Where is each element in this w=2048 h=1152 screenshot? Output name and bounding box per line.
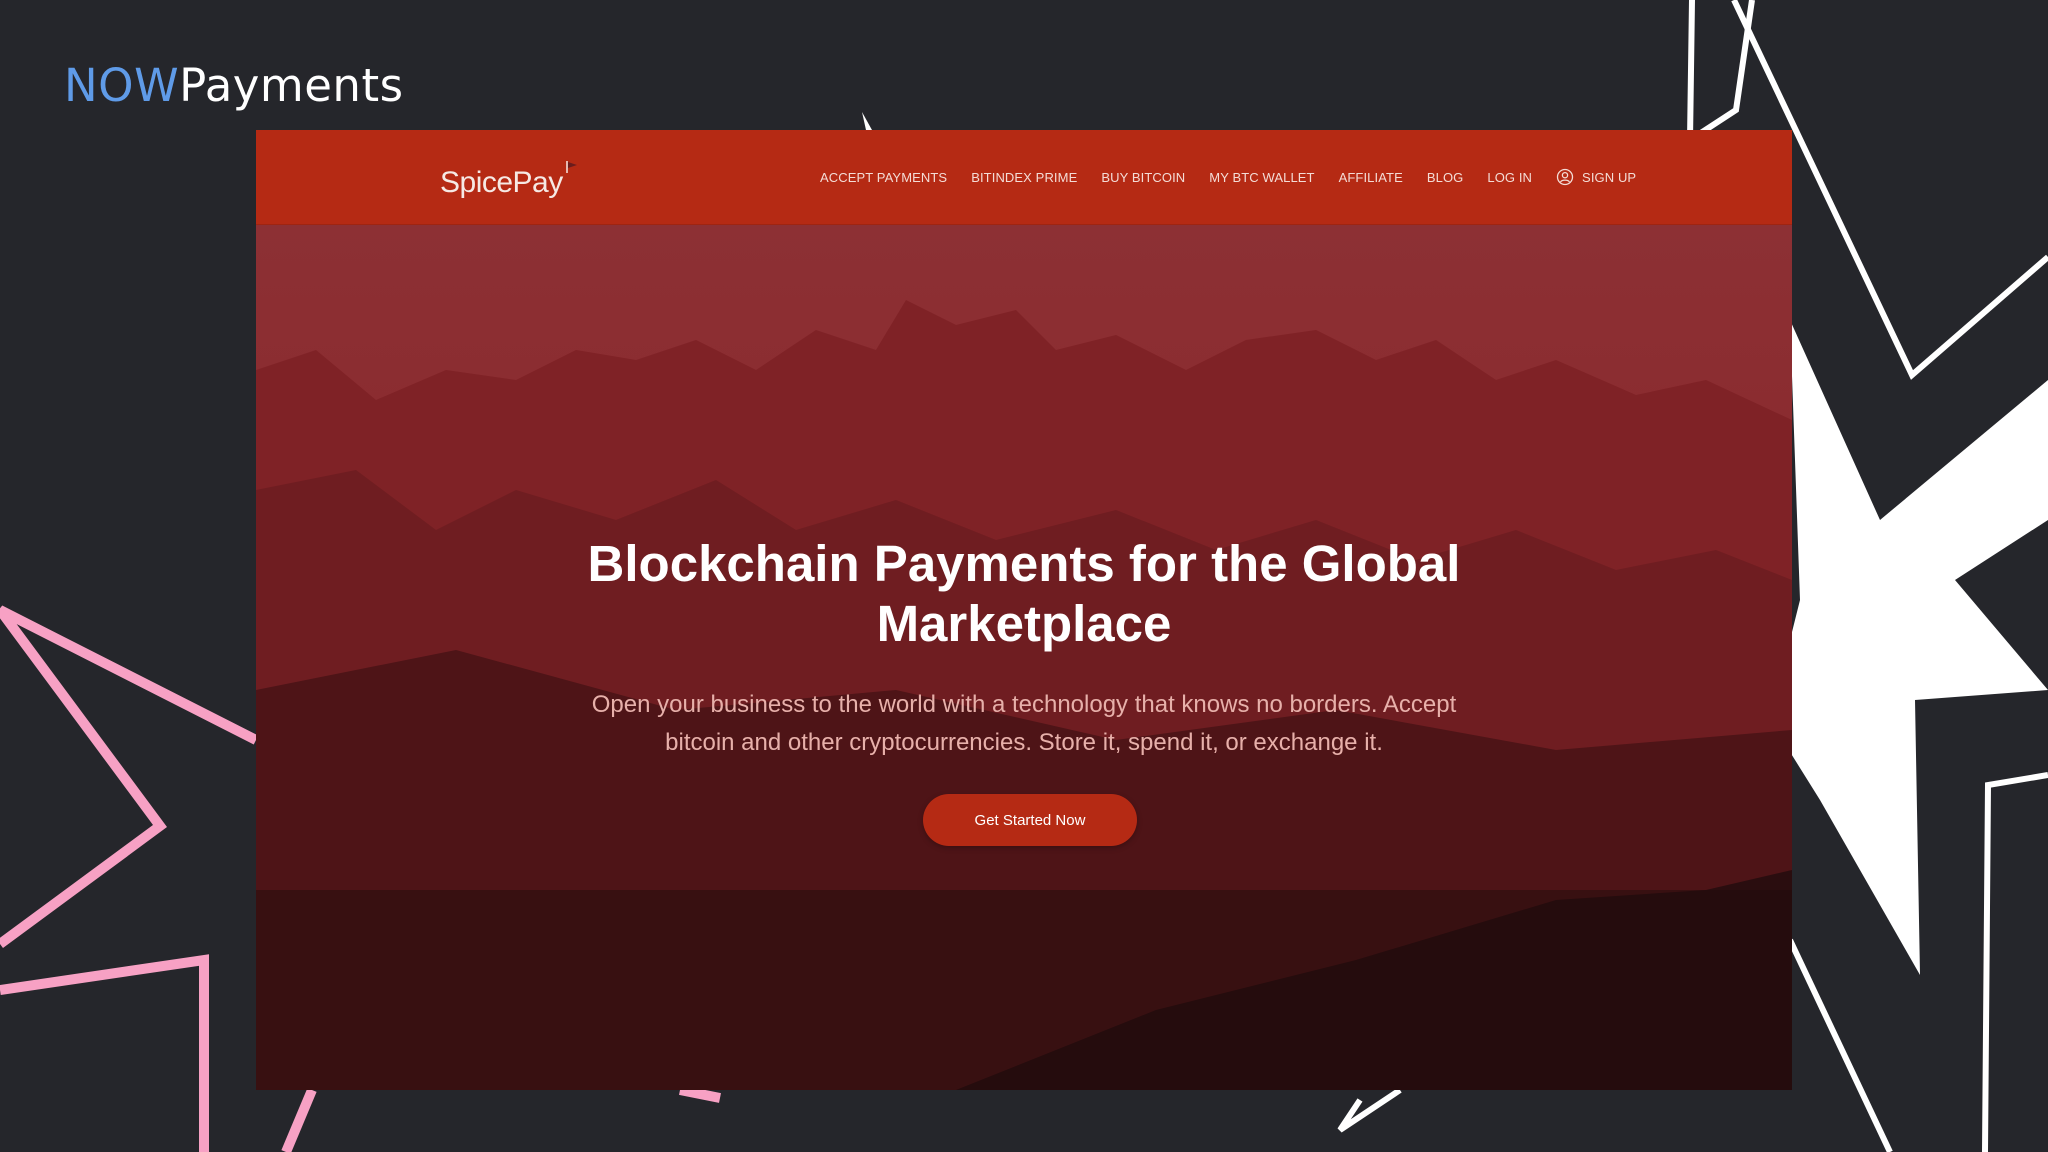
white-outline-star-lower (1982, 772, 2048, 1152)
nav-sign-up[interactable]: SIGN UP (1556, 168, 1636, 186)
nav-my-btc-wallet[interactable]: MY BTC WALLET (1209, 170, 1314, 185)
get-started-button[interactable]: Get Started Now (923, 794, 1137, 846)
nav-affiliate[interactable]: AFFILIATE (1339, 170, 1403, 185)
spicepay-logo[interactable]: SpicePay (440, 161, 577, 206)
nowpayments-logo: NOWPayments (64, 58, 404, 114)
sign-up-label: SIGN UP (1582, 169, 1637, 185)
white-outline-bottom (1337, 1087, 1402, 1133)
nav-bitindex-prime[interactable]: BITINDEX PRIME (971, 170, 1077, 185)
pink-outline-star-bottom (281, 1088, 317, 1152)
brand-payments: Payments (179, 59, 404, 112)
brand-now: NOW (64, 59, 180, 112)
user-circle-icon (1556, 168, 1574, 186)
pink-outline-star-lower (0, 954, 209, 1152)
pink-outline-star-bottom2 (679, 1085, 721, 1103)
nav-blog[interactable]: BLOG (1427, 170, 1464, 185)
slide: NOWPayments SpicePay ACCEPT PAYMENTS BIT… (0, 0, 2048, 1152)
white-outline-star-lower-edge (1787, 938, 1893, 1152)
hero-subtext: Open your business to the world with a t… (591, 691, 1457, 756)
white-triangle-top (862, 112, 872, 130)
logo-text: SpicePay (440, 166, 563, 199)
nav-accept-payments[interactable]: ACCEPT PAYMENTS (820, 170, 947, 185)
site-header: SpicePay ACCEPT PAYMENTS BITINDEX PRIME … (256, 130, 1792, 225)
flag-icon (566, 161, 577, 173)
nav-log-in[interactable]: LOG IN (1487, 170, 1532, 185)
white-solid-star (1770, 320, 2048, 975)
nav-buy-bitcoin[interactable]: BUY BITCOIN (1101, 170, 1185, 185)
main-nav: ACCEPT PAYMENTS BITINDEX PRIME BUY BITCO… (820, 130, 1636, 224)
pink-outline-star (0, 605, 259, 949)
hero-headline: Blockchain Payments for the Global Marke… (587, 535, 1461, 652)
spicepay-screenshot: SpicePay ACCEPT PAYMENTS BITINDEX PRIME … (256, 130, 1792, 1090)
